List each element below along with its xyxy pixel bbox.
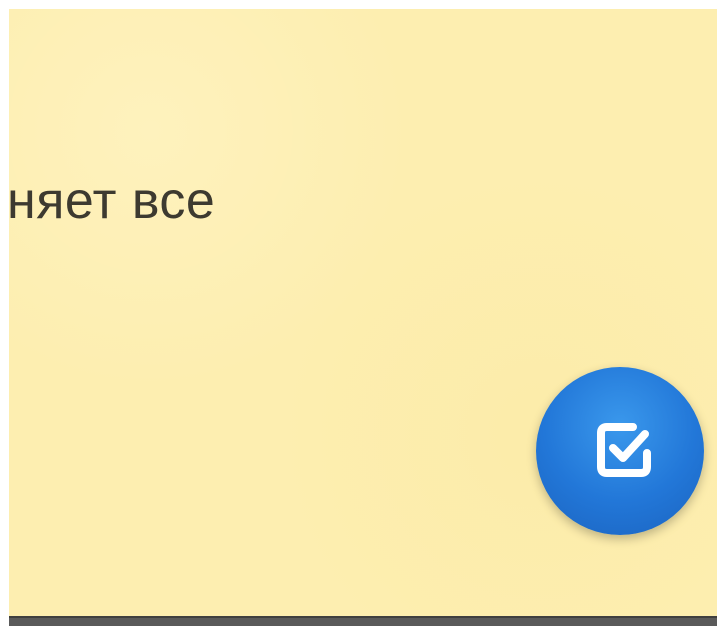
- screen: няет все: [0, 0, 717, 626]
- bottom-bar: [9, 616, 717, 626]
- checkbox-checked-icon: [593, 419, 655, 481]
- note-text: няет все: [9, 172, 216, 230]
- save-note-button[interactable]: [536, 367, 704, 535]
